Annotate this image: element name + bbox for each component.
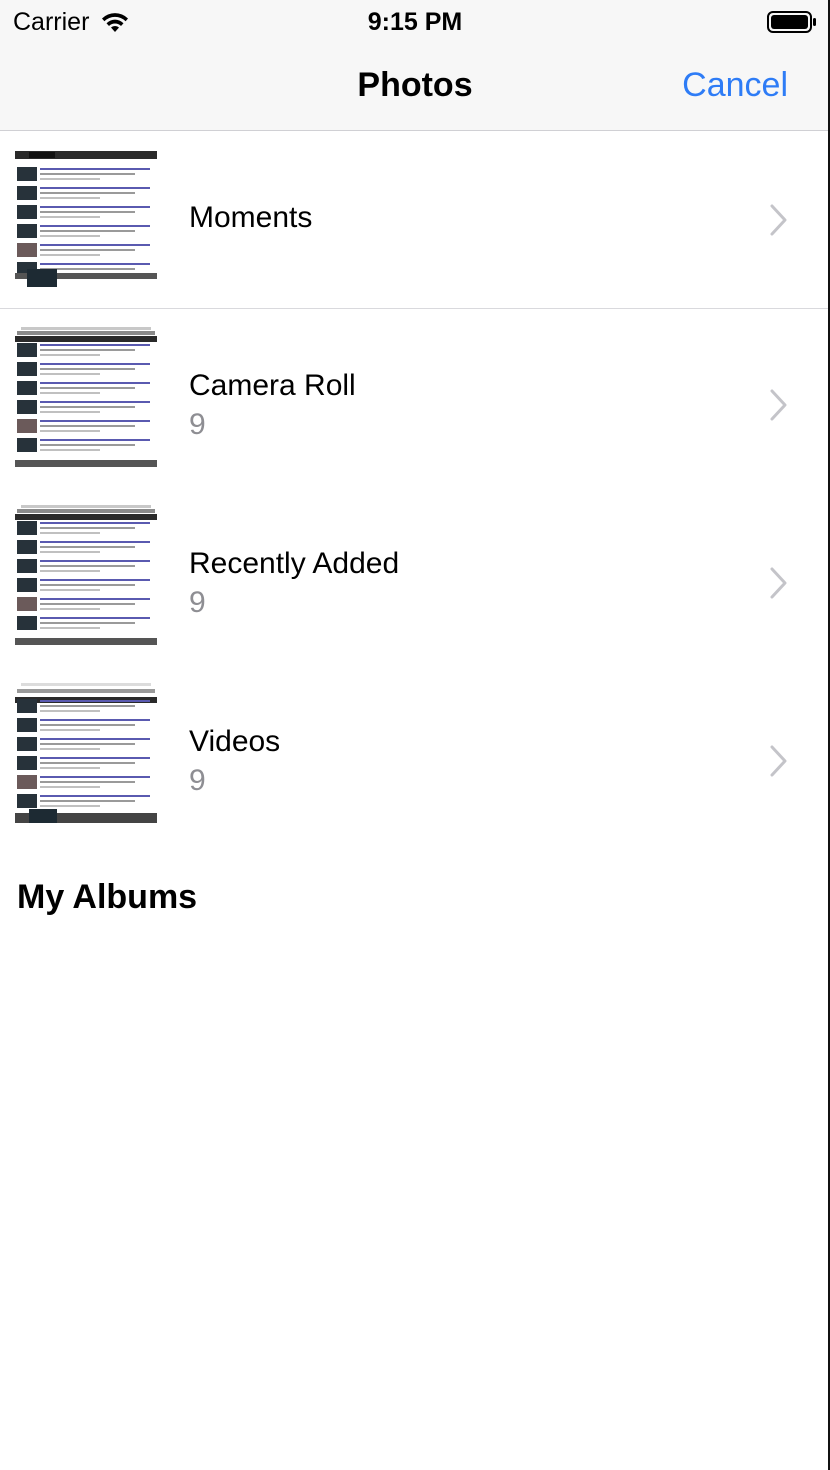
album-count: 9 (189, 586, 206, 619)
status-time: 9:15 PM (367, 8, 463, 36)
status-bar: Carrier 9:15 PM (0, 0, 830, 46)
album-title: Videos (189, 725, 281, 758)
album-count: 9 (189, 408, 206, 441)
chevron-right-icon (770, 745, 787, 777)
album-thumbnail (15, 327, 157, 467)
album-row-moments[interactable]: Moments (0, 131, 830, 309)
cancel-button[interactable]: Cancel (682, 66, 788, 105)
album-row-videos[interactable]: Videos 9 (0, 665, 830, 843)
album-thumbnail (15, 683, 157, 823)
chevron-right-icon (770, 567, 787, 599)
album-title: Recently Added (189, 547, 400, 580)
album-title: Moments (189, 201, 313, 234)
album-title: Camera Roll (189, 369, 356, 402)
album-thumbnail (15, 505, 157, 645)
album-row-recently-added[interactable]: Recently Added 9 (0, 487, 830, 665)
chevron-right-icon (770, 389, 787, 421)
navigation-bar: Photos Cancel (0, 46, 830, 131)
album-row-camera-roll[interactable]: Camera Roll 9 (0, 309, 830, 487)
chevron-right-icon (770, 204, 787, 236)
my-albums-heading: My Albums (17, 878, 198, 916)
battery-icon (767, 11, 816, 33)
album-count: 9 (189, 764, 206, 797)
album-thumbnail (15, 151, 157, 291)
